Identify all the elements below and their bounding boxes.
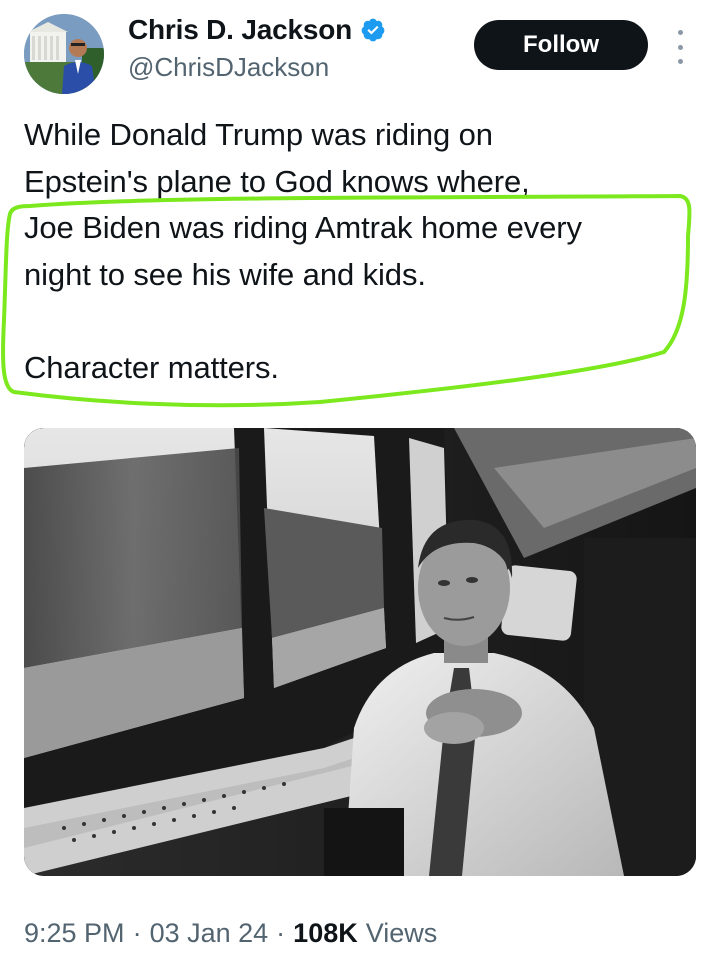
avatar[interactable] bbox=[24, 14, 104, 94]
tweet-line: night to see his wife and kids. bbox=[24, 256, 426, 292]
more-dot bbox=[677, 44, 683, 50]
tweet-time[interactable]: 9:25 PM bbox=[24, 918, 125, 949]
tweet-photo[interactable] bbox=[24, 428, 696, 876]
more-dot bbox=[677, 59, 683, 64]
tweet-text: While Donald Trump was riding on Epstein… bbox=[24, 112, 694, 391]
display-name[interactable]: Chris D. Jackson bbox=[128, 14, 352, 46]
tweet-line-blank bbox=[24, 298, 694, 345]
meta-separator: · bbox=[276, 918, 286, 948]
tweet-line: Joe Biden was riding Amtrak home every bbox=[24, 210, 582, 245]
meta-separator: · bbox=[132, 918, 142, 948]
tweet-date[interactable]: 03 Jan 24 bbox=[150, 918, 269, 949]
more-options-icon[interactable] bbox=[672, 30, 688, 64]
avatar-image bbox=[24, 14, 104, 94]
tweet-line: Character matters. bbox=[24, 349, 279, 385]
tweet-line: Epstein's plane to God knows where, bbox=[24, 163, 530, 199]
author-name-row: Chris D. Jackson bbox=[128, 14, 386, 46]
train-photo-image bbox=[24, 428, 696, 876]
more-dot bbox=[677, 30, 683, 35]
tweet-line: While Donald Trump was riding on bbox=[24, 117, 493, 152]
views-count: 108K bbox=[293, 918, 358, 948]
author-handle[interactable]: @ChrisDJackson bbox=[128, 52, 329, 83]
tweet-header: Chris D. Jackson @ChrisDJackson Follow bbox=[0, 0, 720, 100]
tweet-metadata: 9:25 PM · 03 Jan 24 · 108K Views bbox=[24, 918, 437, 949]
verified-badge-icon bbox=[361, 18, 385, 42]
follow-button[interactable]: Follow bbox=[474, 20, 648, 70]
views-label: Views bbox=[365, 918, 438, 948]
